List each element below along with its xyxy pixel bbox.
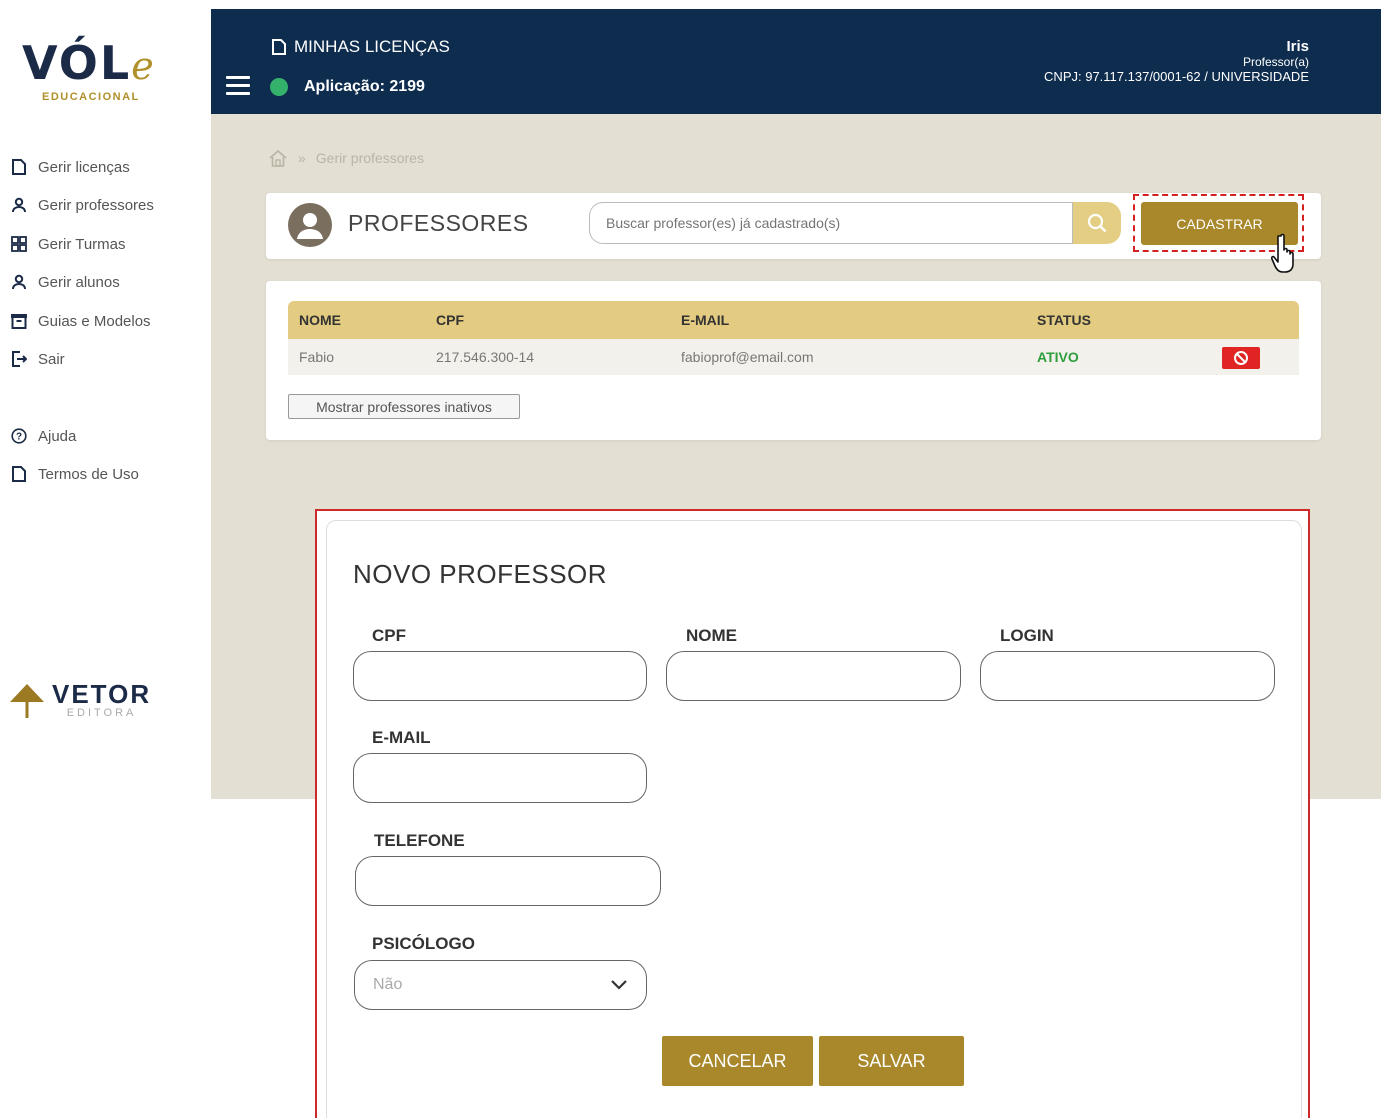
header-title: MINHAS LICENÇAS — [272, 37, 450, 57]
deactivate-button[interactable] — [1222, 347, 1260, 369]
search-button[interactable] — [1073, 202, 1121, 244]
vetor-logo: VETOR EDITORA — [8, 680, 151, 720]
breadcrumb-current: Gerir professores — [315, 150, 424, 166]
user-icon — [10, 273, 28, 291]
sidebar-item-label: Gerir licenças — [38, 158, 130, 176]
column-header-status: STATUS — [1037, 312, 1091, 328]
search-icon — [1087, 213, 1107, 233]
search-input[interactable] — [589, 202, 1073, 244]
logo-e: e — [131, 44, 156, 88]
email-field[interactable] — [353, 753, 647, 803]
cell-name: Fabio — [299, 349, 335, 365]
sidebar-item-label: Termos de Uso — [38, 465, 139, 483]
file-icon — [272, 39, 286, 55]
breadcrumb-separator: » — [298, 150, 306, 166]
sidebar-item-professores[interactable]: Gerir professores — [10, 194, 154, 216]
breadcrumb: » Gerir professores — [268, 148, 424, 168]
cell-cpf: 217.546.300-14 — [436, 349, 535, 365]
user-info: Iris Professor(a) CNPJ: 97.117.137/0001-… — [1044, 38, 1309, 84]
android-icon — [270, 78, 288, 96]
professor-avatar-icon — [288, 203, 332, 247]
header-application-text: Aplicação: 2199 — [304, 78, 425, 95]
column-header-name: NOME — [299, 312, 341, 328]
svg-text:?: ? — [16, 432, 22, 443]
save-button[interactable]: SALVAR — [819, 1036, 964, 1086]
file-icon — [10, 158, 28, 176]
logout-icon — [10, 350, 28, 368]
vetor-logo-subtitle: EDITORA — [66, 707, 137, 719]
cpf-label: CPF — [372, 626, 406, 645]
status-badge: ATIVO — [1037, 349, 1079, 365]
user-role: Professor(a) — [1242, 55, 1309, 69]
sidebar-item-licencas[interactable]: Gerir licenças — [10, 156, 130, 178]
hamburger-menu-icon — [226, 76, 250, 79]
vetor-logo-icon — [10, 684, 44, 718]
archive-icon — [10, 312, 28, 330]
nome-field[interactable] — [666, 651, 961, 701]
grid-icon — [10, 235, 28, 253]
sidebar-item-label: Ajuda — [38, 427, 77, 445]
sidebar-item-alunos[interactable]: Gerir alunos — [10, 271, 120, 293]
telefone-field[interactable] — [355, 856, 661, 906]
hand-cursor-icon — [1270, 232, 1305, 281]
sidebar-item-termos[interactable]: Termos de Uso — [10, 463, 139, 485]
column-header-email: E-MAIL — [681, 312, 730, 328]
cell-email: fabioprof@email.com — [681, 349, 814, 365]
login-label: LOGIN — [1000, 626, 1054, 645]
login-field[interactable] — [980, 651, 1275, 701]
vetor-logo-text: VETOR — [52, 679, 152, 709]
cancel-button[interactable]: CANCELAR — [662, 1036, 813, 1086]
show-inactive-button[interactable]: Mostrar professores inativos — [288, 394, 520, 419]
cpf-field[interactable] — [353, 651, 647, 701]
user-org: CNPJ: 97.117.137/0001-62 / UNIVERSIDADE — [1044, 69, 1309, 84]
header-title-text: MINHAS LICENÇAS — [294, 37, 450, 56]
sidebar-item-label: Gerir alunos — [38, 273, 120, 291]
email-label: E-MAIL — [372, 728, 431, 747]
psicologo-label: PSICÓLOGO — [372, 934, 475, 953]
modal-title: NOVO PROFESSOR — [353, 559, 608, 589]
hamburger-menu-button[interactable] — [226, 76, 250, 96]
logo-main-text: VÓL — [22, 36, 132, 90]
user-icon — [10, 196, 28, 214]
sidebar-item-ajuda[interactable]: ? Ajuda — [10, 425, 76, 447]
home-icon[interactable] — [268, 148, 288, 168]
help-icon: ? — [10, 427, 28, 445]
sidebar-item-turmas[interactable]: Gerir Turmas — [10, 233, 126, 255]
logo-subtitle: EDUCACIONAL — [42, 91, 140, 103]
block-icon — [1234, 351, 1248, 365]
header-application: Aplicação: 2199 — [270, 78, 425, 96]
sidebar-item-label: Sair — [38, 350, 65, 368]
sidebar-item-sair[interactable]: Sair — [10, 348, 65, 370]
sidebar-item-label: Gerir professores — [38, 196, 154, 214]
user-name: Iris — [1286, 38, 1309, 55]
psicologo-select[interactable]: Não — [354, 960, 647, 1010]
new-professor-modal — [326, 520, 1302, 1118]
file-icon — [10, 465, 28, 483]
sidebar-item-guias[interactable]: Guias e Modelos — [10, 310, 151, 332]
chevron-down-icon — [611, 980, 627, 990]
sidebar-item-label: Gerir Turmas — [38, 235, 126, 253]
sidebar-item-label: Guias e Modelos — [38, 312, 151, 330]
psicologo-selected-value: Não — [373, 976, 403, 993]
professors-title: PROFESSORES — [348, 210, 529, 236]
nome-label: NOME — [686, 626, 737, 645]
vole-logo: VÓLe EDUCACIONAL — [22, 40, 172, 110]
column-header-cpf: CPF — [436, 312, 464, 328]
telefone-label: TELEFONE — [374, 831, 465, 850]
